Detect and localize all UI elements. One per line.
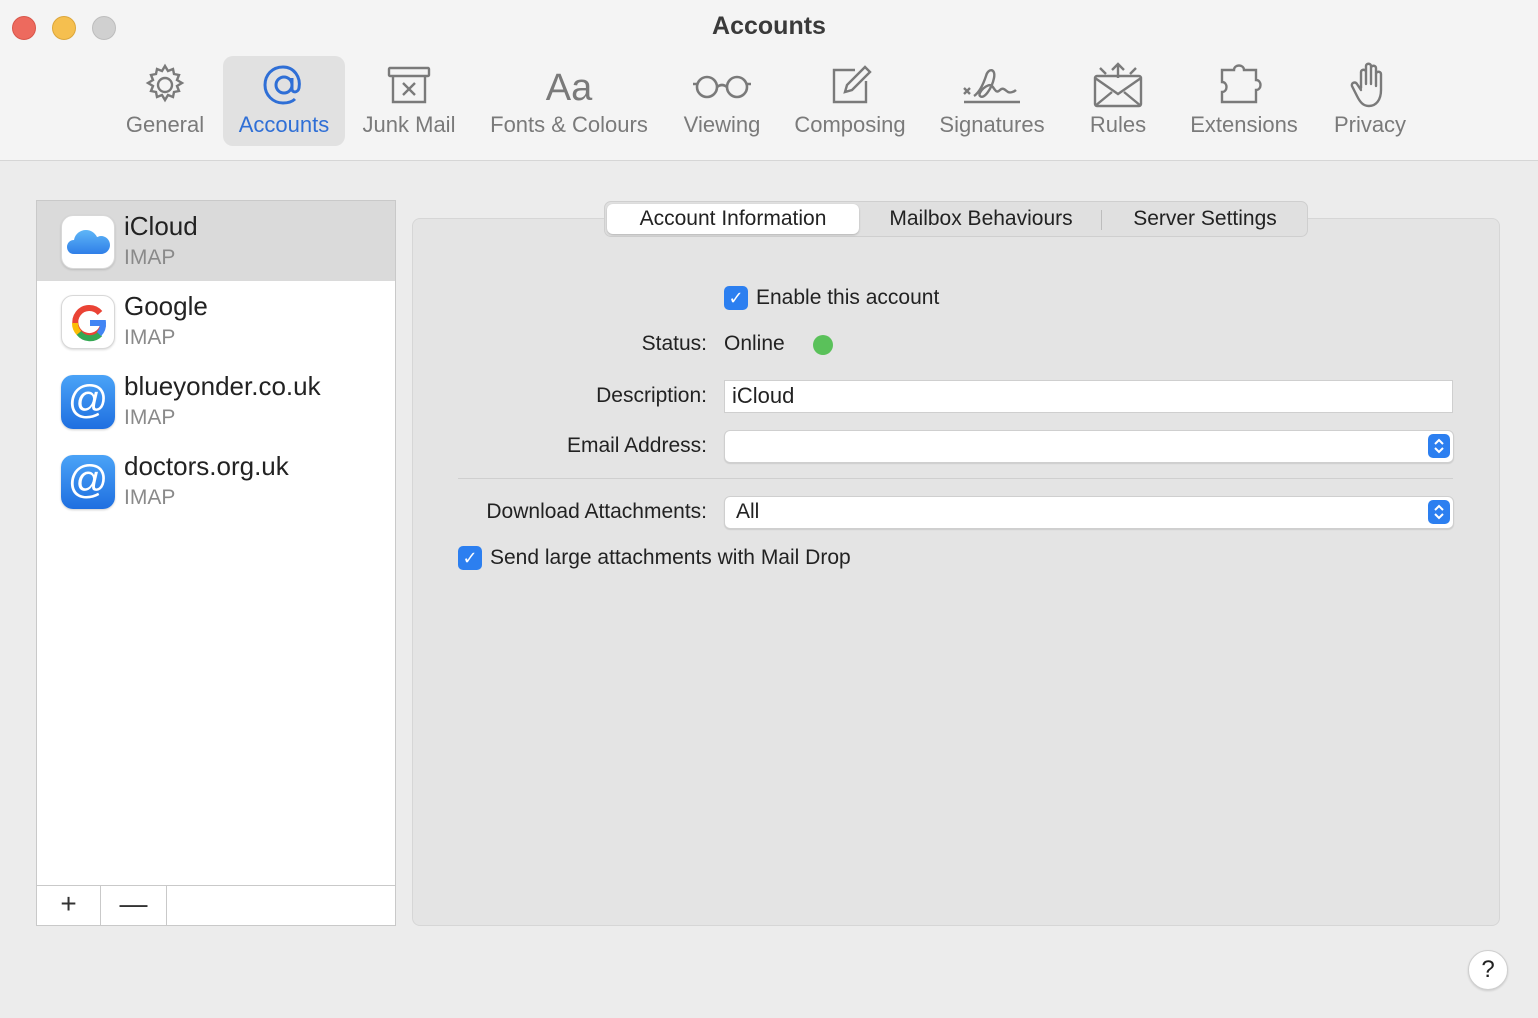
email-address-label: Email Address:	[566, 434, 707, 457]
account-type: IMAP	[124, 326, 176, 349]
at-sign-icon: @	[61, 375, 115, 429]
download-attachments-popup[interactable]: All	[724, 496, 1454, 529]
add-account-button[interactable]: +	[37, 886, 101, 925]
mail-drop-label: Send large attachments with Mail Drop	[490, 546, 851, 569]
toolbar-viewing[interactable]: Viewing	[672, 56, 772, 146]
compose-icon	[832, 65, 872, 104]
toolbar-signatures[interactable]: Signatures	[928, 56, 1056, 146]
toolbar-junk-mail[interactable]: Junk Mail	[352, 56, 466, 146]
account-name: blueyonder.co.uk	[124, 371, 321, 401]
toolbar-composing[interactable]: Composing	[784, 56, 916, 146]
tab-separator	[1101, 210, 1102, 230]
account-type: IMAP	[124, 486, 176, 509]
chevron-updown-icon	[1428, 500, 1450, 524]
hand-icon	[1350, 62, 1383, 108]
help-button[interactable]: ?	[1468, 950, 1508, 990]
fonts-icon: Aa	[546, 67, 593, 108]
toolbar-fonts-colours[interactable]: Aa Fonts & Colours	[478, 56, 660, 146]
icloud-icon	[61, 215, 115, 269]
toolbar-accounts-label: Accounts	[238, 112, 330, 137]
at-sign-icon: @	[61, 455, 115, 509]
puzzle-icon	[1220, 64, 1262, 104]
toolbar-extensions-label: Extensions	[1190, 112, 1298, 137]
signature-icon	[963, 69, 1020, 104]
status-indicator	[813, 335, 833, 355]
section-divider	[458, 478, 1453, 479]
toolbar-extensions[interactable]: Extensions	[1180, 56, 1308, 146]
enable-account-checkbox[interactable]: ✓	[724, 286, 748, 310]
toolbar-general[interactable]: General	[112, 56, 218, 146]
account-name: iCloud	[124, 211, 198, 241]
account-name: Google	[124, 291, 208, 321]
tab-mailbox-behaviours[interactable]: Mailbox Behaviours	[863, 204, 1099, 234]
description-field[interactable]: iCloud	[724, 380, 1453, 413]
rules-envelope-icon	[1093, 62, 1143, 108]
accounts-list-footer: + —	[37, 885, 395, 925]
account-name: doctors.org.uk	[124, 451, 289, 481]
toolbar-accounts[interactable]: Accounts	[223, 56, 345, 146]
toolbar-general-label: General	[125, 112, 205, 137]
account-row-doctors[interactable]: @ doctors.org.uk IMAP	[37, 441, 395, 521]
account-type: IMAP	[124, 246, 176, 269]
at-sign-icon	[263, 65, 301, 105]
account-row-google[interactable]: Google IMAP	[37, 281, 395, 361]
tab-server-settings[interactable]: Server Settings	[1105, 204, 1305, 234]
accounts-list: iCloud IMAP Google IMAP @ blueyonder.co.…	[36, 200, 396, 926]
description-label: Description:	[596, 384, 707, 407]
email-address-popup[interactable]	[724, 430, 1454, 463]
titlebar: Accounts General Accounts Junk Mail Aa F…	[0, 0, 1538, 161]
window-title: Accounts	[712, 12, 826, 40]
chevron-updown-icon	[1428, 434, 1450, 458]
toolbar-privacy-label: Privacy	[1333, 112, 1407, 137]
toolbar-viewing-label: Viewing	[683, 112, 761, 137]
toolbar-fonts-colours-label: Fonts & Colours	[490, 112, 648, 137]
google-icon	[61, 295, 115, 349]
status-value: Online	[724, 332, 785, 355]
account-row-icloud[interactable]: iCloud IMAP	[37, 201, 395, 281]
preferences-window: Accounts General Accounts Junk Mail Aa F…	[0, 0, 1538, 1018]
toolbar-rules-label: Rules	[1089, 112, 1147, 137]
toolbar-privacy[interactable]: Privacy	[1320, 56, 1420, 146]
glasses-icon	[693, 75, 751, 99]
download-attachments-label: Download Attachments:	[486, 500, 707, 523]
mail-drop-checkbox[interactable]: ✓	[458, 546, 482, 570]
svg-text:Aa: Aa	[546, 67, 593, 108]
account-type: IMAP	[124, 406, 176, 429]
toolbar-junk-mail-label: Junk Mail	[362, 112, 456, 137]
segmented-tabs: Account Information Mailbox Behaviours S…	[604, 201, 1308, 237]
toolbar-signatures-label: Signatures	[939, 112, 1045, 137]
toolbar-rules[interactable]: Rules	[1068, 56, 1168, 146]
toolbar-composing-label: Composing	[794, 112, 906, 137]
enable-account-label: Enable this account	[756, 286, 940, 309]
status-label: Status:	[641, 332, 707, 355]
account-row-blueyonder[interactable]: @ blueyonder.co.uk IMAP	[37, 361, 395, 441]
remove-account-button[interactable]: —	[101, 886, 167, 925]
download-attachments-value: All	[736, 500, 760, 523]
account-details-panel	[412, 218, 1500, 926]
gear-icon	[145, 63, 185, 103]
tab-account-information[interactable]: Account Information	[607, 204, 859, 234]
junk-mail-icon	[387, 66, 431, 104]
